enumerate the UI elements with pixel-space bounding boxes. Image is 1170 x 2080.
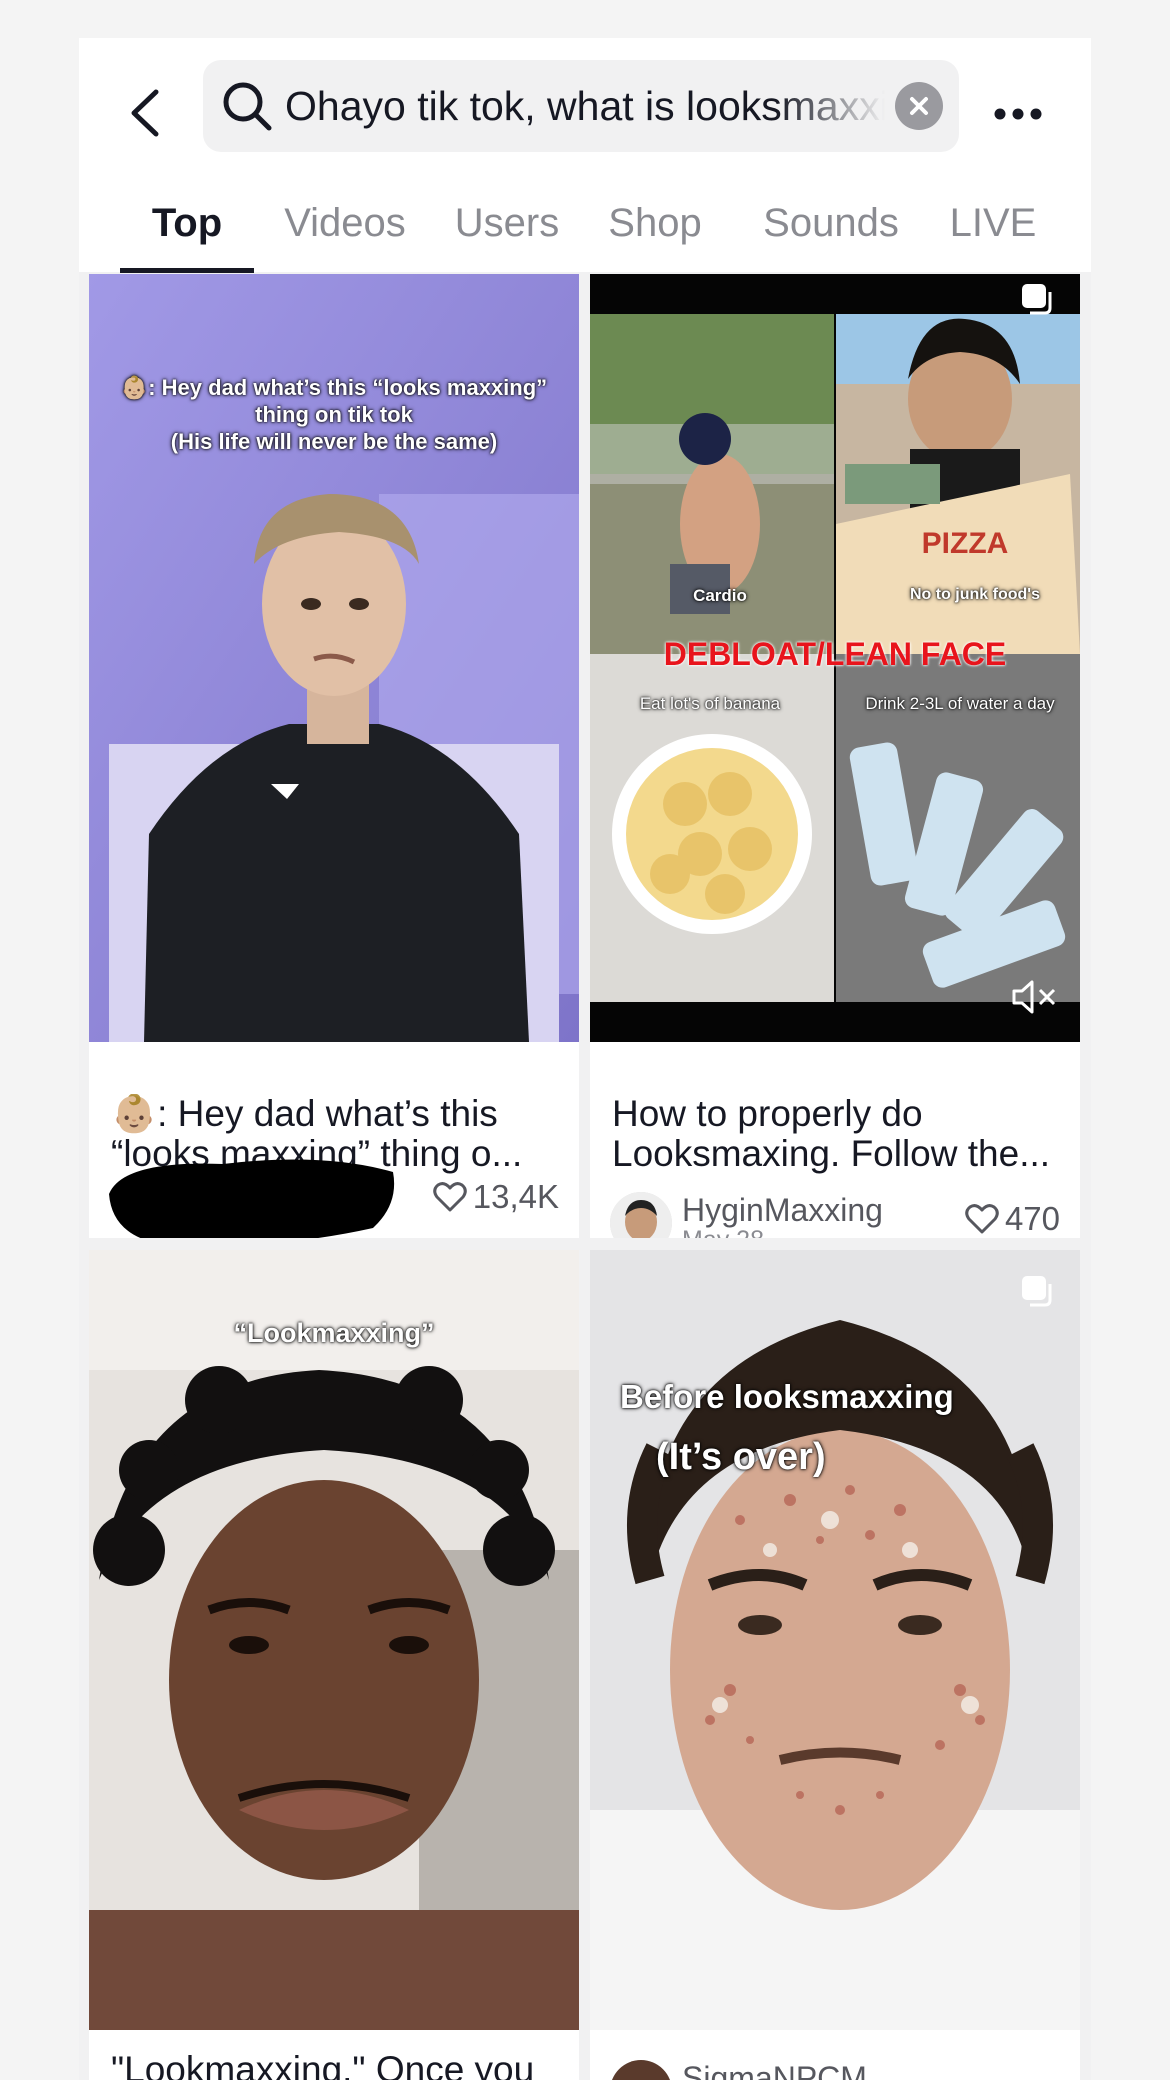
redacted-author	[103, 1146, 403, 1238]
video-caption-overlay: 👶🏼: Hey dad what’s this “looks maxxing” …	[99, 374, 569, 455]
overlay-label: PIZZA	[921, 527, 1009, 560]
tab-videos[interactable]: Videos	[275, 188, 415, 272]
header: Ohayo tik tok, what is looksmaxxing Top …	[79, 38, 1091, 273]
overlay-line: thing on tik tok	[255, 402, 413, 427]
post-date: May 28	[682, 1226, 764, 1238]
tab-live[interactable]: LIVE	[949, 188, 1037, 272]
avatar[interactable]	[610, 1192, 672, 1238]
search-results-screen: Ohayo tik tok, what is looksmaxxing Top …	[79, 38, 1091, 2080]
video-meta: HyginMaxxing May 28 470	[610, 1192, 1060, 1238]
overlay-label: Drink 2-3L of water a day	[865, 694, 1055, 713]
tab-top[interactable]: Top	[120, 188, 254, 272]
search-icon	[223, 82, 272, 131]
result-tabs: Top Videos Users Shop Sounds LIVE	[79, 188, 1091, 272]
overlay-line: 👶🏼: Hey dad what’s this “looks maxxing”	[120, 375, 548, 400]
video-thumbnail: 👶🏼: Hey dad what’s this “looks maxxing” …	[89, 274, 579, 1042]
video-card[interactable]: Before looksmaxxing (It’s over) SigmaNPC…	[590, 1250, 1080, 2080]
search-input[interactable]: Ohayo tik tok, what is looksmaxxing	[285, 60, 885, 152]
author-name[interactable]: SigmaNPCM	[682, 2060, 867, 2080]
chevron-left-icon	[131, 89, 159, 137]
likes-value: 470	[1004, 1200, 1060, 1237]
video-thumbnail: Cardio No to junk food's PIZZA DEBLOAT/L…	[590, 274, 1080, 1042]
overlay-label: No to junk food's	[909, 586, 1040, 603]
video-meta: 13,4K	[109, 1159, 559, 1238]
more-dots-icon	[994, 108, 1042, 120]
avatar[interactable]	[610, 2060, 672, 2080]
clear-search-button[interactable]	[895, 82, 943, 130]
video-card[interactable]: Cardio No to junk food's PIZZA DEBLOAT/L…	[590, 274, 1080, 1238]
photo-carousel-icon	[1022, 1276, 1052, 1307]
tab-shop[interactable]: Shop	[603, 188, 707, 272]
video-caption-overlay: Before looksmaxxing	[620, 1378, 954, 1415]
back-button[interactable]	[115, 78, 175, 148]
video-card[interactable]: 👶🏼: Hey dad what’s this “looks maxxing” …	[89, 274, 579, 1238]
overlay-headline: DEBLOAT/LEAN FACE	[663, 636, 1007, 672]
video-thumbnail: “Lookmaxxing”	[89, 1250, 579, 2030]
video-caption-overlay: (It’s over)	[656, 1436, 826, 1478]
more-options-button[interactable]	[983, 94, 1053, 134]
video-thumbnail: Before looksmaxxing (It’s over)	[590, 1250, 1080, 2030]
heart-icon	[965, 1204, 999, 1234]
video-caption-overlay: “Lookmaxxing”	[233, 1318, 435, 1348]
overlay-label: Cardio	[693, 586, 747, 605]
overlay-line: (His life will never be the same)	[170, 429, 498, 454]
likes-value: 13,4K	[472, 1178, 559, 1215]
tab-users[interactable]: Users	[449, 188, 565, 272]
video-title: "Lookmaxxing." Once you	[111, 2050, 535, 2080]
author-name[interactable]: HyginMaxxing	[682, 1192, 883, 1228]
like-count: 470	[965, 1200, 1060, 1238]
search-box[interactable]: Ohayo tik tok, what is looksmaxxing	[203, 60, 959, 152]
video-title: How to properly do Looksmaxing. Follow t…	[612, 1094, 1051, 1174]
muted-speaker-icon[interactable]	[1010, 977, 1060, 1017]
overlay-label: Eat lot's of banana	[639, 694, 781, 713]
photo-carousel-icon	[1022, 284, 1052, 315]
close-icon	[910, 97, 928, 115]
video-meta: SigmaNPCM	[610, 2060, 1060, 2080]
video-card[interactable]: “Lookmaxxing” "Lookmaxxing." Once you	[89, 1250, 579, 2080]
tab-sounds[interactable]: Sounds	[759, 188, 903, 272]
like-count: 13,4K	[433, 1178, 559, 1216]
heart-icon	[433, 1182, 467, 1212]
active-tab-indicator	[120, 268, 254, 273]
